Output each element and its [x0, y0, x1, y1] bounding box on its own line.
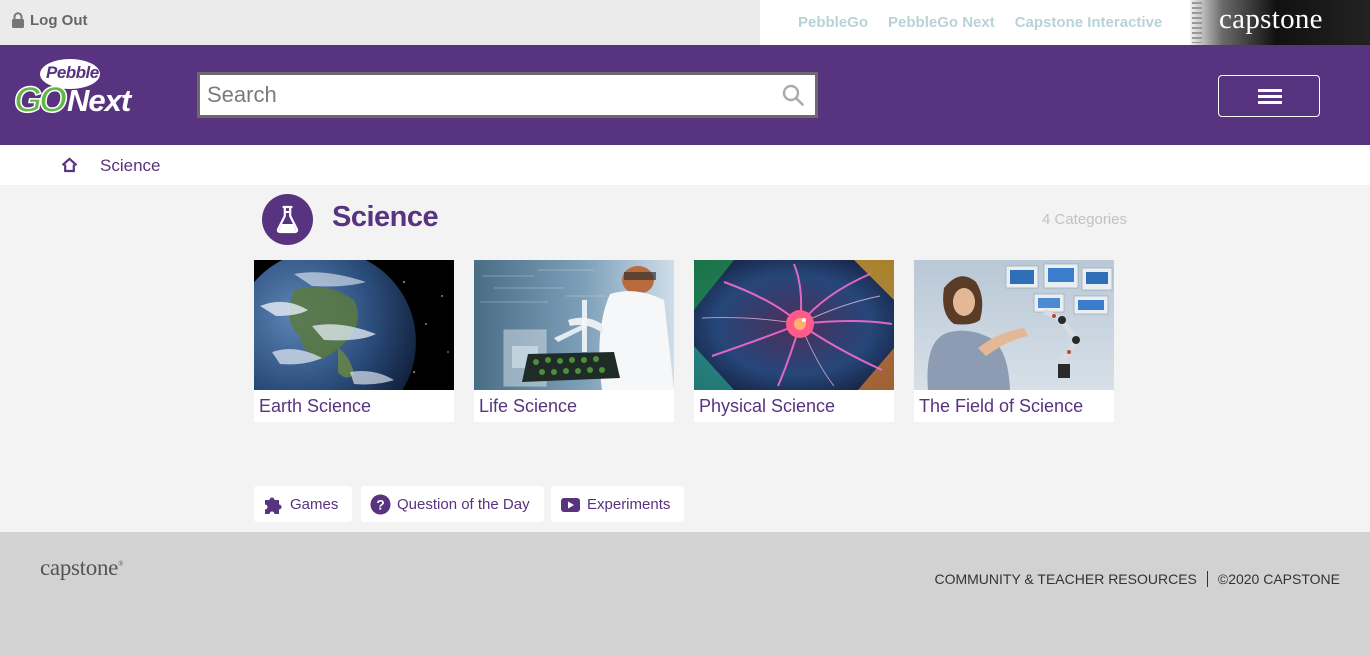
capstone-logo-text: capstone [1219, 3, 1323, 35]
card-physical-science[interactable]: Physical Science [694, 260, 894, 422]
home-icon[interactable] [61, 157, 78, 173]
question-of-the-day-button[interactable]: ? Question of the Day [361, 486, 544, 522]
logout-button[interactable]: Log Out [11, 12, 87, 29]
lab-plants-image [474, 260, 674, 390]
breadcrumb: Science [0, 145, 1370, 185]
menu-bar-icon [1258, 95, 1282, 98]
capstone-brand-tab[interactable]: capstone [1190, 0, 1370, 45]
product-nav: PebbleGo PebbleGo Next Capstone Interact… [760, 0, 1190, 45]
video-play-icon [561, 497, 580, 512]
plasma-ball-image [694, 260, 894, 390]
copyright-text: ©2020 CAPSTONE [1217, 571, 1340, 587]
card-label: Earth Science [259, 396, 372, 416]
community-teacher-resources-link[interactable]: COMMUNITY & TEACHER RESOURCES [934, 571, 1196, 587]
logo-go-text: GO [13, 78, 68, 121]
card-life-science[interactable]: Life Science [474, 260, 674, 422]
games-label: Games [290, 495, 339, 513]
page-title: Science [332, 201, 439, 233]
footer-divider [1206, 571, 1208, 587]
menu-bar-icon [1258, 89, 1282, 92]
notebook-spiral [1192, 2, 1202, 43]
pebblego-link[interactable]: PebbleGo [798, 14, 868, 31]
flask-icon [276, 205, 299, 234]
category-count: 4 Categories [1042, 211, 1128, 228]
experiments-label: Experiments [587, 495, 671, 513]
science-category-badge [262, 194, 313, 245]
footer-capstone-logo[interactable]: capstone® [40, 555, 123, 581]
question-of-the-day-label: Question of the Day [397, 495, 530, 513]
card-field-of-science[interactable]: The Field of Science [914, 260, 1114, 422]
top-utility-bar: Log Out PebbleGo PebbleGo Next Capstone … [0, 0, 1370, 45]
site-footer: capstone® COMMUNITY & TEACHER RESOURCES … [0, 532, 1370, 656]
search-icon[interactable] [782, 84, 804, 106]
svg-text:?: ? [376, 496, 385, 512]
search-box [197, 72, 818, 118]
logo-next-text: Next [67, 83, 131, 118]
breadcrumb-current[interactable]: Science [100, 156, 160, 176]
footer-links: COMMUNITY & TEACHER RESOURCES ©2020 CAPS… [934, 571, 1340, 587]
pebblego-next-logo[interactable]: Pebble GO Next [13, 57, 153, 121]
site-header: Pebble GO Next [0, 45, 1370, 145]
card-label: Physical Science [699, 396, 836, 416]
experiments-button[interactable]: Experiments [551, 486, 685, 522]
card-label: Life Science [479, 396, 578, 416]
capstone-interactive-link[interactable]: Capstone Interactive [1015, 14, 1163, 31]
question-circle-icon: ? [370, 494, 391, 514]
puzzle-icon [265, 496, 282, 514]
logout-label: Log Out [30, 12, 88, 29]
hamburger-menu-button[interactable] [1218, 75, 1320, 117]
lock-icon [12, 12, 24, 28]
earth-image [254, 260, 454, 390]
card-label: The Field of Science [919, 396, 1084, 416]
card-earth-science[interactable]: Earth Science [254, 260, 454, 422]
search-input[interactable] [207, 80, 767, 110]
games-button[interactable]: Games [254, 486, 353, 522]
pebblego-next-link[interactable]: PebbleGo Next [888, 14, 995, 31]
menu-bar-icon [1258, 101, 1282, 104]
robotics-lab-image [914, 260, 1114, 390]
